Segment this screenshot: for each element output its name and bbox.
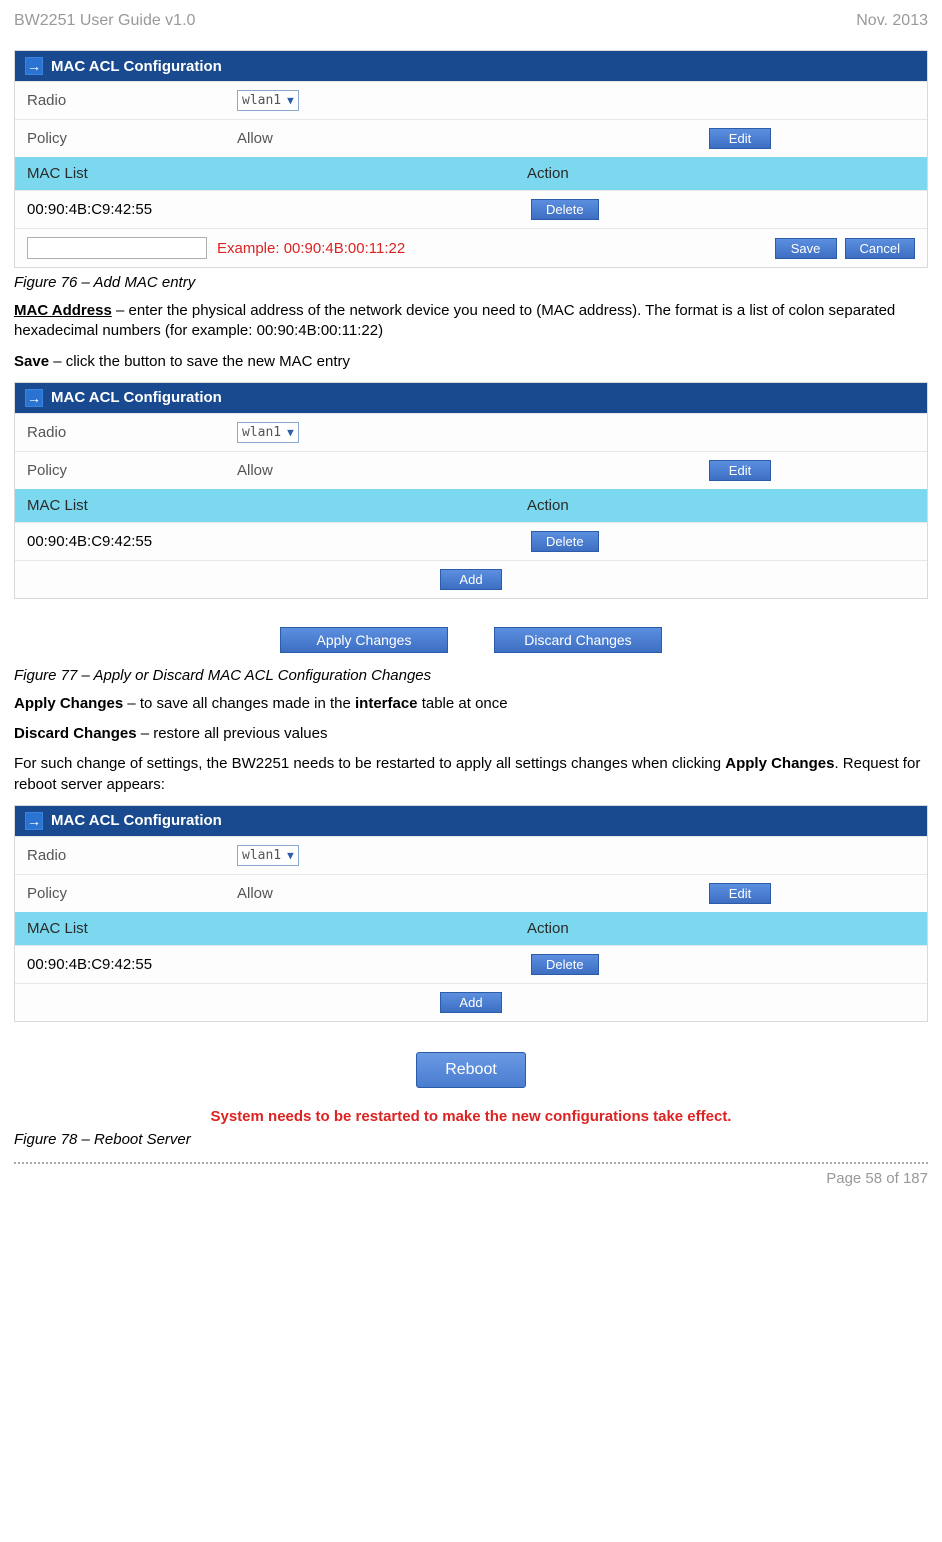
- apply-discard-row: Apply Changes Discard Changes: [14, 615, 928, 661]
- radio-select[interactable]: wlan1 ▼: [237, 422, 299, 443]
- mac-entry: 00:90:4B:C9:42:55: [27, 533, 527, 550]
- edit-button[interactable]: Edit: [709, 883, 771, 904]
- page-footer: Page 58 of 187: [14, 1164, 928, 1187]
- cancel-button[interactable]: Cancel: [845, 238, 915, 259]
- policy-value: Allow: [237, 130, 273, 147]
- radio-label: Radio: [27, 92, 237, 109]
- delete-button[interactable]: Delete: [531, 954, 599, 975]
- policy-label: Policy: [27, 130, 237, 147]
- save-button[interactable]: Save: [775, 238, 837, 259]
- save-desc: Save – click the button to save the new …: [14, 352, 928, 372]
- radio-select-value: wlan1: [242, 848, 281, 863]
- arrow-right-icon: →: [25, 389, 43, 407]
- mac-list-header: MAC List Action: [15, 912, 927, 945]
- mac-address-desc: MAC Address – enter the physical address…: [14, 301, 928, 342]
- mac-list-header: MAC List Action: [15, 157, 927, 190]
- apply-changes-button[interactable]: Apply Changes: [280, 627, 448, 653]
- radio-label: Radio: [27, 847, 237, 864]
- reboot-button[interactable]: Reboot: [416, 1052, 526, 1088]
- radio-select-value: wlan1: [242, 425, 281, 440]
- add-button[interactable]: Add: [440, 569, 502, 590]
- apply-desc: Apply Changes – to save all changes made…: [14, 694, 928, 714]
- mac-acl-panel-1: → MAC ACL Configuration Radio wlan1 ▼ Po…: [14, 50, 928, 268]
- add-button[interactable]: Add: [440, 992, 502, 1013]
- mac-list-col: MAC List: [27, 497, 527, 514]
- panel-title: MAC ACL Configuration: [51, 389, 222, 406]
- chevron-down-icon: ▼: [287, 849, 294, 862]
- mac-acl-panel-3: → MAC ACL Configuration Radio wlan1 ▼ Po…: [14, 805, 928, 1022]
- arrow-right-icon: →: [25, 57, 43, 75]
- mac-list-col: MAC List: [27, 165, 527, 182]
- radio-label: Radio: [27, 424, 237, 441]
- policy-label: Policy: [27, 462, 237, 479]
- mac-entry: 00:90:4B:C9:42:55: [27, 956, 527, 973]
- delete-button[interactable]: Delete: [531, 531, 599, 552]
- policy-value: Allow: [237, 885, 273, 902]
- policy-label: Policy: [27, 885, 237, 902]
- panel-title: MAC ACL Configuration: [51, 812, 222, 829]
- figure-78-caption: Figure 78 – Reboot Server: [14, 1131, 928, 1148]
- discard-changes-button[interactable]: Discard Changes: [494, 627, 662, 653]
- radio-select-value: wlan1: [242, 93, 281, 108]
- figure-77-caption: Figure 77 – Apply or Discard MAC ACL Con…: [14, 667, 928, 684]
- action-col: Action: [527, 497, 915, 514]
- panel-header: → MAC ACL Configuration: [15, 51, 927, 81]
- radio-select[interactable]: wlan1 ▼: [237, 90, 299, 111]
- panel-header: → MAC ACL Configuration: [15, 806, 927, 836]
- reboot-desc: For such change of settings, the BW2251 …: [14, 754, 928, 795]
- chevron-down-icon: ▼: [287, 426, 294, 439]
- action-col: Action: [527, 920, 915, 937]
- edit-button[interactable]: Edit: [709, 460, 771, 481]
- radio-select[interactable]: wlan1 ▼: [237, 845, 299, 866]
- edit-button[interactable]: Edit: [709, 128, 771, 149]
- discard-desc: Discard Changes – restore all previous v…: [14, 724, 928, 744]
- arrow-right-icon: →: [25, 812, 43, 830]
- system-restart-message: System needs to be restarted to make the…: [14, 1108, 928, 1125]
- doc-title: BW2251 User Guide v1.0: [14, 12, 195, 30]
- mac-list-header: MAC List Action: [15, 489, 927, 522]
- action-col: Action: [527, 165, 915, 182]
- doc-date: Nov. 2013: [856, 12, 928, 30]
- chevron-down-icon: ▼: [287, 94, 294, 107]
- panel-header: → MAC ACL Configuration: [15, 383, 927, 413]
- mac-list-col: MAC List: [27, 920, 527, 937]
- mac-entry: 00:90:4B:C9:42:55: [27, 201, 527, 218]
- delete-button[interactable]: Delete: [531, 199, 599, 220]
- figure-76-caption: Figure 76 – Add MAC entry: [14, 274, 928, 291]
- panel-title: MAC ACL Configuration: [51, 58, 222, 75]
- policy-value: Allow: [237, 462, 273, 479]
- mac-input[interactable]: [27, 237, 207, 259]
- mac-acl-panel-2: → MAC ACL Configuration Radio wlan1 ▼ Po…: [14, 382, 928, 599]
- mac-example-text: Example: 00:90:4B:00:11:22: [217, 240, 405, 257]
